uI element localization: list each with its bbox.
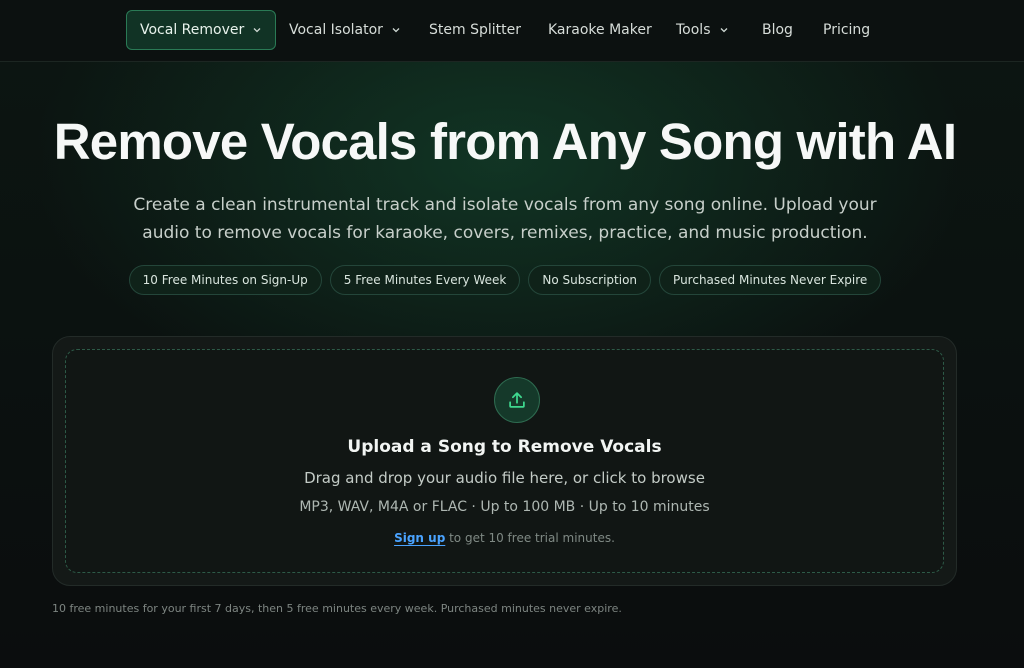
nav-stem-splitter[interactable]: Stem Splitter (416, 10, 534, 50)
pill-weekly-minutes: 5 Free Minutes Every Week (329, 265, 521, 295)
nav-stem-splitter-label: Stem Splitter (429, 22, 521, 38)
pill-no-subscription: No Subscription (528, 265, 652, 295)
signup-note-text: to get 10 free trial minutes. (445, 531, 615, 545)
nav-vocal-remover-label: Vocal Remover (140, 22, 245, 38)
pill-never-expire: Purchased Minutes Never Expire (659, 265, 882, 295)
nav-tools-label: Tools (676, 22, 711, 38)
upload-card: Upload a Song to Remove Vocals Drag and … (52, 336, 957, 586)
hero-subtitle: Create a clean instrumental track and is… (133, 195, 877, 243)
signup-link[interactable]: Sign up (394, 531, 445, 545)
nav-pricing[interactable]: Pricing (810, 10, 883, 50)
nav-pricing-label: Pricing (823, 22, 871, 38)
nav-blog-label: Blog (762, 22, 793, 38)
upload-formats: MP3, WAV, M4A or FLAC · Up to 100 MB · U… (299, 499, 710, 515)
chevron-down-icon (391, 25, 401, 35)
upload-description: Drag and drop your audio file here, or c… (304, 469, 705, 487)
nav-vocal-isolator[interactable]: Vocal Isolator (276, 10, 414, 50)
feature-pills: 10 Free Minutes on Sign-Up 5 Free Minute… (0, 265, 1010, 295)
upload-title: Upload a Song to Remove Vocals (347, 437, 662, 457)
chevron-down-icon (252, 25, 262, 35)
nav-vocal-isolator-label: Vocal Isolator (289, 22, 383, 38)
nav-tools[interactable]: Tools (663, 10, 742, 50)
top-nav: Vocal Remover Vocal Isolator Stem Splitt… (0, 0, 1024, 62)
chevron-down-icon (719, 25, 729, 35)
pill-signup-minutes: 10 Free Minutes on Sign-Up (128, 265, 322, 295)
upload-dropzone[interactable]: Upload a Song to Remove Vocals Drag and … (65, 349, 944, 573)
nav-vocal-remover[interactable]: Vocal Remover (126, 10, 277, 50)
page-title: Remove Vocals from Any Song with AI (53, 113, 957, 170)
free-minutes-footnote: 10 free minutes for your first 7 days, t… (52, 602, 622, 615)
signup-note: Sign up to get 10 free trial minutes. (66, 531, 943, 545)
nav-karaoke-maker[interactable]: Karaoke Maker (535, 10, 665, 50)
upload-icon (494, 377, 540, 423)
nav-blog[interactable]: Blog (749, 10, 806, 50)
nav-karaoke-maker-label: Karaoke Maker (548, 22, 652, 38)
